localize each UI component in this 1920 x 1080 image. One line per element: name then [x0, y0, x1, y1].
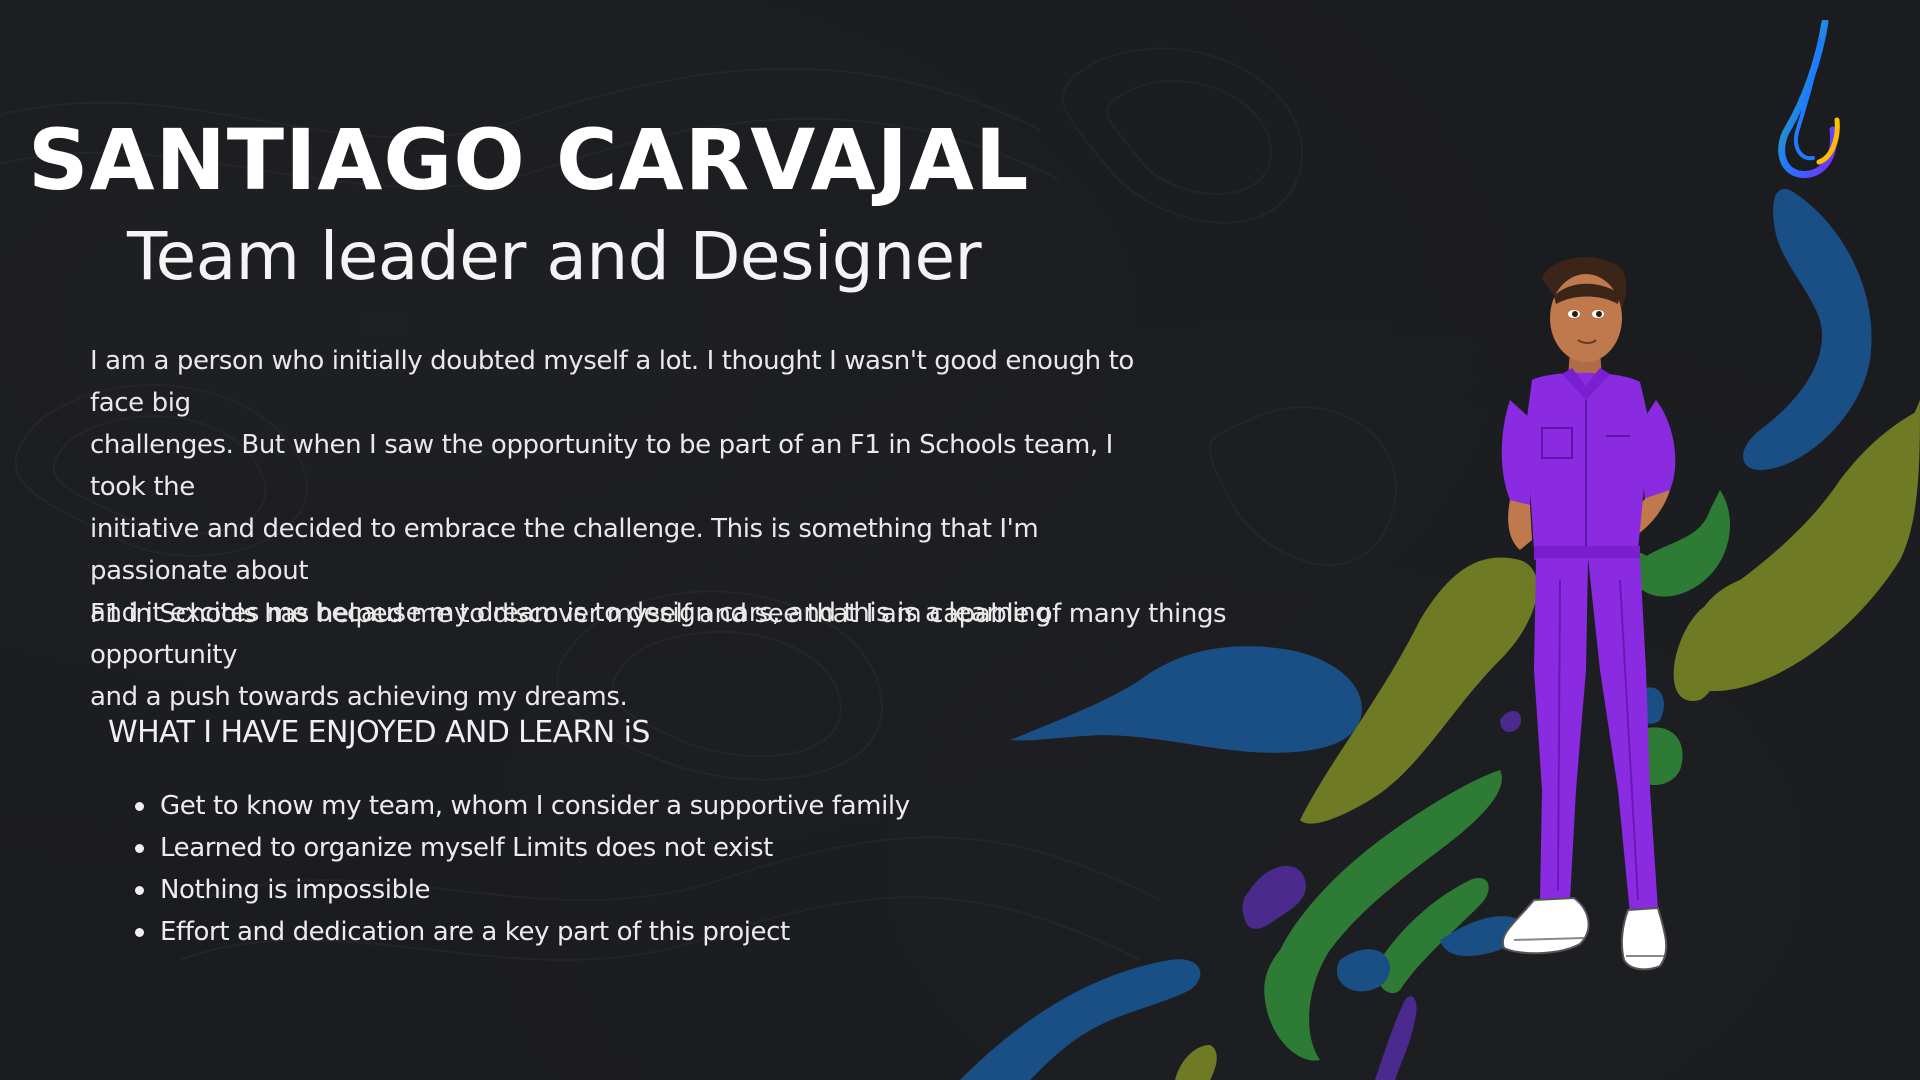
list-item-text: Effort and dedication are a key part of …	[160, 917, 790, 947]
bio-line: challenges. But when I saw the opportuni…	[90, 430, 1113, 502]
purple-blob-bottom	[1242, 866, 1306, 929]
bio-line: initiative and decided to embrace the ch…	[90, 514, 1039, 586]
rainbow-comet-logo	[1778, 20, 1840, 178]
blue-swirl-bottom	[960, 959, 1201, 1080]
bio-line: I am a person who initially doubted myse…	[90, 346, 1134, 418]
bio-paragraph: I am a person who initially doubted myse…	[90, 340, 1170, 718]
list-item-text: Learned to organize myself Limits does n…	[160, 833, 773, 863]
person-role: Team leader and Designer	[127, 218, 982, 295]
enjoyed-heading: WHAT I HAVE ENJOYED AND LEARN iS	[108, 715, 650, 750]
list-item: Learned to organize myself Limits does n…	[130, 827, 910, 869]
bio-line: and a push towards achieving my dreams.	[90, 682, 628, 712]
list-item: Effort and dedication are a key part of …	[130, 911, 910, 953]
list-item-text: Get to know my team, whom I consider a s…	[160, 791, 910, 821]
person-name: SANTIAGO CARVAJAL	[28, 111, 1030, 209]
bullet-icon	[135, 844, 144, 853]
bullet-icon	[135, 886, 144, 895]
list-item: Nothing is impossible	[130, 869, 910, 911]
character-illustration	[1501, 256, 1676, 971]
blue-blob-top-right	[1743, 189, 1872, 470]
bio-second-paragraph: F1 in Schools has helped me to discover …	[90, 599, 1227, 629]
slide: SANTIAGO CARVAJAL Team leader and Design…	[0, 0, 1920, 1080]
bullet-icon	[135, 928, 144, 937]
bullet-icon	[135, 802, 144, 811]
list-item-text: Nothing is impossible	[160, 875, 431, 905]
enjoyed-list: Get to know my team, whom I consider a s…	[130, 785, 910, 953]
list-item: Get to know my team, whom I consider a s…	[130, 785, 910, 827]
